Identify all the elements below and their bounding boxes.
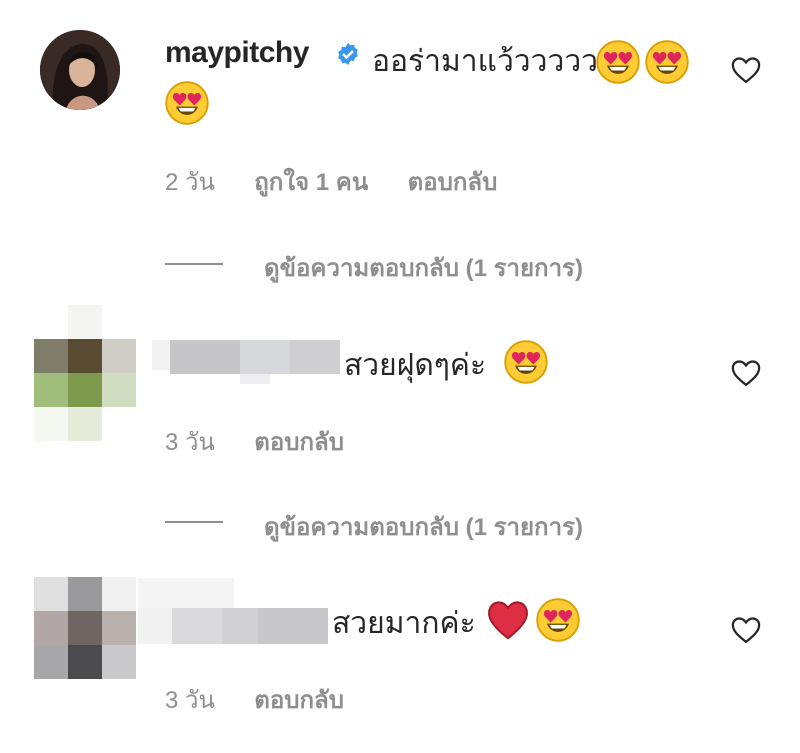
comment-3-text: สวยมากค่ะ (332, 600, 476, 647)
avatar[interactable] (34, 305, 136, 443)
comment-text: สวยมากค่ะ (332, 607, 476, 640)
reply-button[interactable]: ตอบกลับ (254, 687, 344, 714)
likes-count[interactable]: ถูกใจ 1 คน (254, 169, 368, 196)
comment-2-meta: 3 วัน ตอบกลับ (165, 422, 344, 461)
divider (165, 263, 223, 265)
like-heart-icon[interactable] (731, 616, 761, 649)
view-replies-button[interactable]: ดูข้อความตอบกลับ (1 รายการ) (264, 507, 583, 546)
username[interactable] (152, 340, 340, 385)
heart-eyes-emoji-icon (536, 598, 580, 642)
verified-badge-icon (336, 42, 360, 66)
comment-age[interactable]: 3 วัน (165, 687, 215, 714)
comment-3-meta: 3 วัน ตอบกลับ (165, 680, 344, 719)
reply-button[interactable]: ตอบกลับ (408, 169, 498, 196)
red-heart-emoji-icon (486, 598, 530, 642)
comment-1-header: maypitchy (165, 36, 309, 70)
like-heart-icon[interactable] (731, 56, 761, 89)
view-replies-button[interactable]: ดูข้อความตอบกลับ (1 รายการ) (264, 248, 583, 287)
comment-text: ออร่ามาแว้ววววว (372, 45, 599, 78)
heart-eyes-emoji-icon (596, 40, 640, 84)
comment-age[interactable]: 3 วัน (165, 429, 215, 456)
avatar[interactable] (40, 30, 120, 110)
heart-eyes-emoji-icon (645, 40, 689, 84)
divider (165, 521, 223, 523)
reply-button[interactable]: ตอบกลับ (254, 429, 344, 456)
comment-text: สวยฝุดๆค่ะ (344, 349, 487, 382)
comment-1-meta: 2 วัน ถูกใจ 1 คน ตอบกลับ (165, 162, 497, 201)
heart-eyes-emoji-icon (504, 340, 548, 384)
heart-eyes-emoji-icon (165, 81, 209, 125)
comment-2-text: สวยฝุดๆค่ะ (344, 342, 486, 389)
comment-age[interactable]: 2 วัน (165, 169, 215, 196)
comment-1-text: ออร่ามาแว้ววววว (372, 38, 598, 85)
username[interactable]: maypitchy (165, 36, 309, 69)
avatar[interactable] (34, 577, 136, 679)
username[interactable] (138, 578, 328, 648)
like-heart-icon[interactable] (731, 359, 761, 392)
